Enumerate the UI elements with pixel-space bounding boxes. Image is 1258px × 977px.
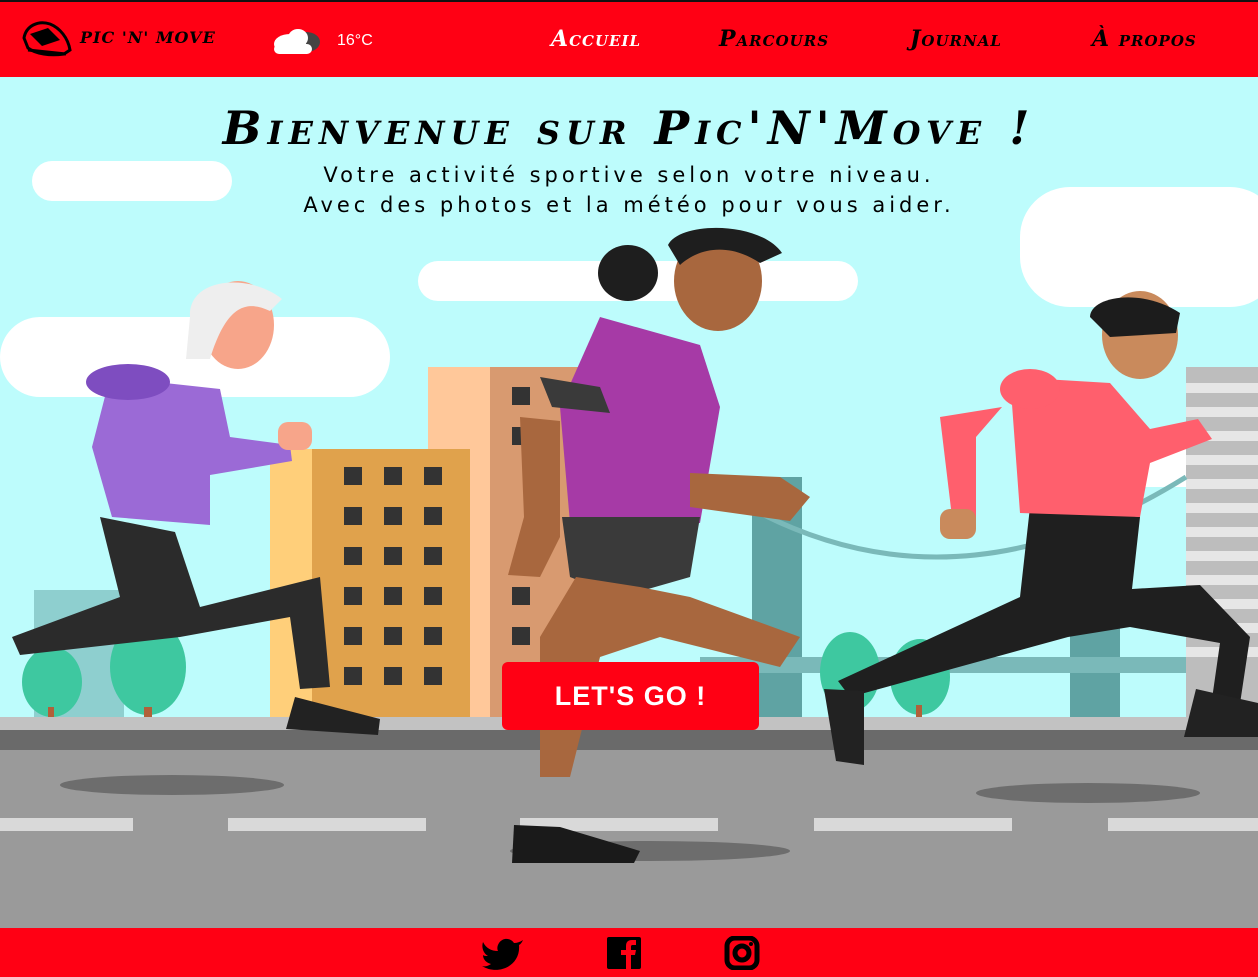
hero: Bienvenue sur Pic'N'Move ! Votre activit…	[0, 77, 1258, 928]
page: PIC 'N' MOVE 16°C Accueil Parcours Journ…	[0, 0, 1258, 977]
instagram-icon[interactable]	[720, 936, 764, 970]
nav-parcours[interactable]: Parcours	[719, 26, 829, 52]
footer	[0, 928, 1258, 977]
hero-subtitle-line2: Avec des photos et la météo pour vous ai…	[303, 193, 955, 217]
lets-go-button[interactable]: LET'S GO !	[502, 662, 759, 730]
brand-name[interactable]: PIC 'N' MOVE	[80, 28, 216, 47]
nav-accueil[interactable]: Accueil	[551, 26, 641, 52]
header: PIC 'N' MOVE 16°C Accueil Parcours Journ…	[0, 0, 1258, 77]
nav-a-propos[interactable]: À propos	[1092, 26, 1197, 52]
twitter-icon[interactable]	[481, 936, 525, 970]
hero-title: Bienvenue sur Pic'N'Move !	[222, 101, 1036, 155]
temperature: 16°C	[337, 32, 373, 49]
hero-subtitle-line1: Votre activité sportive selon votre nive…	[323, 163, 935, 187]
facebook-icon[interactable]	[602, 936, 646, 970]
nav-journal[interactable]: Journal	[910, 26, 1002, 52]
cloud-weather-icon	[274, 29, 320, 54]
sneaker-logo-icon[interactable]	[20, 16, 72, 60]
